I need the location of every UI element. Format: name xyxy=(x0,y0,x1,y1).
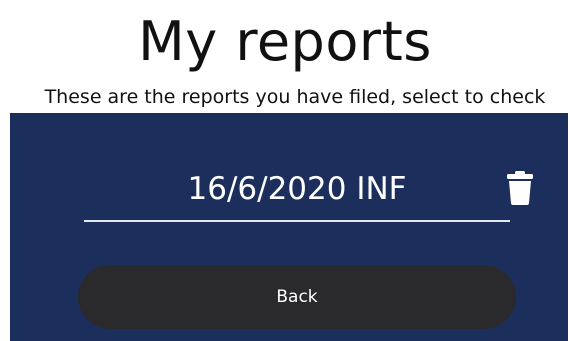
delete-report-button[interactable] xyxy=(506,171,540,211)
report-item-divider xyxy=(84,220,510,222)
trash-icon xyxy=(507,171,533,205)
reports-screen: My reports These are the reports you hav… xyxy=(0,0,570,341)
report-date-label: 16/6/2020 INF xyxy=(187,171,407,207)
page-subtitle: These are the reports you have filed, se… xyxy=(44,86,546,108)
page-title: My reports xyxy=(138,10,432,73)
back-button[interactable]: Back xyxy=(78,265,516,329)
report-list-item[interactable]: 16/6/2020 INF xyxy=(84,163,510,223)
reports-panel: 16/6/2020 INF Back xyxy=(10,113,568,341)
